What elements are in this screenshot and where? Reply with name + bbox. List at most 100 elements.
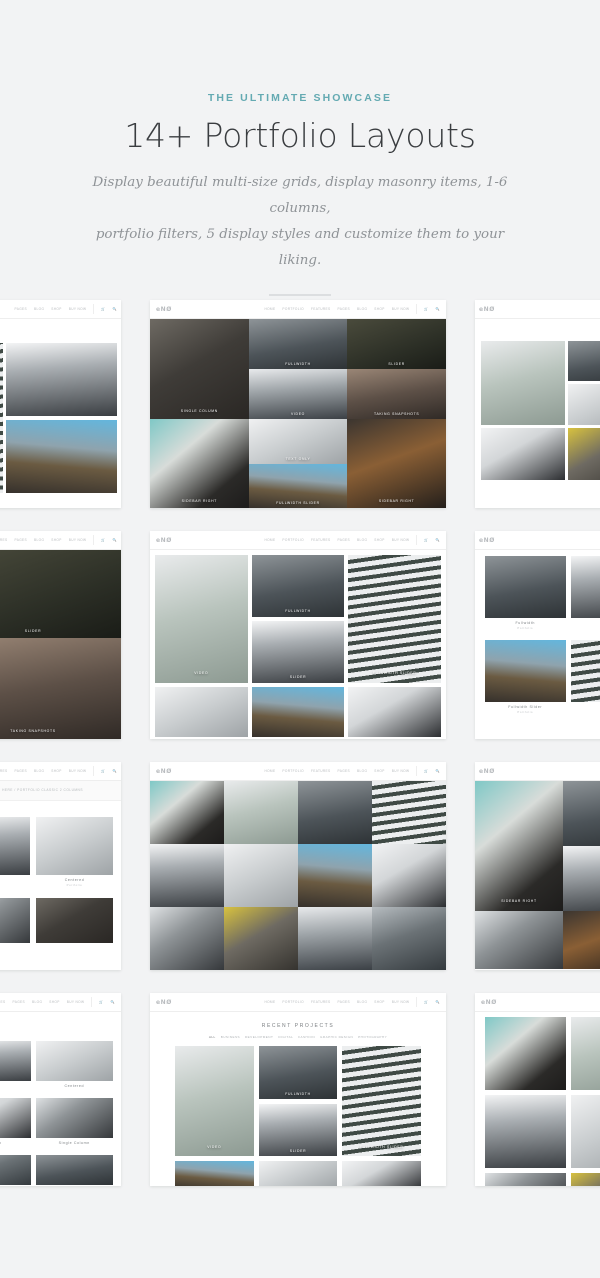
photo-tile[interactable] — [224, 844, 298, 907]
photo-tile[interactable] — [481, 341, 565, 425]
photo-tile[interactable] — [567, 341, 600, 381]
layout-card-r2-left[interactable]: FEATURES PAGES BLOG SHOP BUY NOW 🛒 🔍 SLI… — [0, 531, 121, 739]
search-icon[interactable]: 🔍 — [113, 769, 117, 773]
nav-item-buy-now[interactable]: BUY NOW — [392, 769, 410, 773]
portfolio-item[interactable]: Centered — [35, 1041, 113, 1093]
filter-all[interactable]: ALL — [209, 1035, 216, 1039]
photo-tile-text-only[interactable]: TEXT ONLY — [248, 419, 348, 464]
photo-tile[interactable] — [567, 428, 600, 480]
photo-tile-fullwidth[interactable]: FULLWIDTH — [258, 1046, 338, 1099]
photo-tile[interactable] — [251, 687, 345, 737]
nav-item-portfolio[interactable]: PORTFOLIO — [282, 1000, 304, 1004]
nav-item-buy-now[interactable]: BUY NOW — [392, 538, 410, 542]
photo-tile[interactable] — [298, 844, 372, 907]
site-logo[interactable]: eNØ — [156, 999, 172, 1006]
photo-tile[interactable] — [563, 911, 600, 969]
layout-card-r4-center[interactable]: eNØ HOME PORTFOLIO FEATURES PAGES BLOG S… — [150, 993, 446, 1186]
photo-tile[interactable] — [150, 781, 224, 844]
site-logo[interactable]: eNØ — [481, 999, 497, 1006]
nav-item-blog[interactable]: BLOG — [357, 538, 367, 542]
photo-tile-slider[interactable]: SLIDER — [258, 1104, 338, 1156]
nav-item-home[interactable]: HOME — [264, 307, 275, 311]
photo-tile-slider[interactable]: SLIDER — [251, 621, 345, 683]
filter-business[interactable]: BUSINESS — [221, 1035, 240, 1039]
photo-tile-fullwidth[interactable]: FULLWIDTH — [251, 555, 345, 617]
nav-item-features[interactable]: FEATURES — [0, 1000, 6, 1004]
nav-item-features[interactable]: FEATURES — [311, 307, 331, 311]
photo-tile-video[interactable]: VIDEO — [248, 369, 348, 419]
nav-item-pages[interactable]: PAGES — [15, 307, 28, 311]
nav-item-shop[interactable]: SHOP — [51, 307, 61, 311]
nav-item-home[interactable]: HOME — [264, 1000, 275, 1004]
layout-card-r3-left[interactable]: FEATURES PAGES BLOG SHOP BUY NOW 🛒 🔍 YOU… — [0, 762, 121, 970]
site-logo[interactable]: eNØ — [479, 768, 495, 775]
photo-tile[interactable] — [567, 384, 600, 425]
nav-item-features[interactable]: FEATURES — [311, 769, 331, 773]
search-icon[interactable]: 🔍 — [436, 538, 440, 542]
nav-item-blog[interactable]: BLOG — [357, 1000, 367, 1004]
photo-tile[interactable] — [6, 343, 117, 416]
nav-item-blog[interactable]: BLOG — [357, 769, 367, 773]
nav-item-pages[interactable]: PAGES — [338, 769, 351, 773]
photo-tile-fullwidth-slider[interactable]: FULLWIDTH SLIDER — [248, 463, 348, 508]
portfolio-filters[interactable]: ALL BUSINESS DEVELOPMENT DIGITAL FASHION… — [150, 1029, 446, 1046]
nav-item-features[interactable]: FEATURES — [0, 538, 8, 542]
search-icon[interactable]: 🔍 — [113, 538, 117, 542]
photo-tile[interactable] — [372, 844, 446, 907]
photo-tile-snapshots[interactable]: TAKING SNAPSHOTS — [0, 638, 121, 739]
search-icon[interactable]: 🔍 — [111, 1000, 115, 1004]
nav-item-shop[interactable]: SHOP — [49, 1000, 59, 1004]
portfolio-item[interactable]: Single Column — [35, 1098, 113, 1150]
photo-tile-fullwidth[interactable]: FULLWIDTH — [248, 319, 348, 369]
photo-tile[interactable] — [224, 781, 298, 844]
nav-item-shop[interactable]: SHOP — [374, 538, 384, 542]
nav-menu[interactable]: HOME PORTFOLIO FEATURES PAGES BLOG SHOP … — [264, 304, 440, 314]
photo-tile[interactable] — [348, 687, 441, 737]
photo-tile-slider[interactable]: SLIDER — [347, 319, 446, 369]
photo-tile[interactable] — [298, 781, 372, 844]
photo-tile[interactable] — [35, 1098, 113, 1138]
filter-fashion[interactable]: FASHION — [298, 1035, 315, 1039]
nav-item-shop[interactable]: SHOP — [374, 307, 384, 311]
photo-tile[interactable] — [6, 420, 117, 493]
photo-tile-slider[interactable]: SLIDER — [0, 550, 121, 638]
photo-tile[interactable] — [258, 1161, 338, 1186]
photo-tile-single-column[interactable]: SINGLE COLUMN — [150, 319, 249, 419]
portfolio-item[interactable]: Fullwidth Portfolio — [485, 556, 566, 635]
nav-item-blog[interactable]: BLOG — [34, 538, 44, 542]
nav-item-shop[interactable]: SHOP — [374, 769, 384, 773]
nav-item-buy-now[interactable]: BUY NOW — [67, 1000, 85, 1004]
photo-tile[interactable] — [485, 1095, 566, 1168]
nav-menu[interactable]: FEATURES PAGES BLOG SHOP BUY NOW 🛒 🔍 — [0, 766, 117, 776]
photo-tile[interactable] — [0, 898, 30, 943]
photo-tile-video[interactable]: VIDEO — [155, 555, 248, 683]
layout-card-r1-left[interactable]: PAGES BLOG SHOP BUY NOW 🛒 🔍 — [0, 300, 121, 508]
nav-item-features[interactable]: FEATURES — [311, 538, 331, 542]
site-logo[interactable]: eNØ — [156, 768, 172, 775]
nav-item-blog[interactable]: BLOG — [34, 307, 44, 311]
nav-item-features[interactable]: FEATURES — [0, 769, 8, 773]
photo-tile[interactable] — [224, 907, 298, 970]
photo-tile[interactable] — [570, 1173, 600, 1186]
layout-card-r3-center[interactable]: eNØ HOME PORTFOLIO FEATURES PAGES BLOG S… — [150, 762, 446, 970]
filter-development[interactable]: DEVELOPMENT — [245, 1035, 273, 1039]
cart-icon[interactable]: 🛒 — [424, 307, 428, 311]
site-logo[interactable]: eNØ — [479, 306, 495, 313]
photo-tile[interactable] — [485, 1017, 566, 1090]
filter-graphic-design[interactable]: GRAPHIC DESIGN — [320, 1035, 353, 1039]
photo-tile[interactable] — [0, 1041, 31, 1081]
nav-item-shop[interactable]: SHOP — [51, 538, 61, 542]
photo-tile[interactable] — [0, 1098, 31, 1138]
nav-item-home[interactable]: HOME — [264, 769, 275, 773]
cart-icon[interactable]: 🛒 — [101, 307, 105, 311]
photo-tile[interactable] — [175, 1161, 254, 1186]
photo-tile[interactable] — [36, 898, 113, 943]
photo-tile[interactable] — [481, 428, 565, 480]
filter-digital[interactable]: DIGITAL — [278, 1035, 293, 1039]
nav-menu[interactable]: PAGES BLOG SHOP BUY NOW 🛒 🔍 — [15, 304, 117, 314]
photo-tile-sidebar-right-2[interactable]: SIDEBAR RIGHT — [347, 419, 446, 508]
nav-item-shop[interactable]: SHOP — [51, 769, 61, 773]
nav-item-buy-now[interactable]: BUY NOW — [69, 769, 87, 773]
cart-icon[interactable]: 🛒 — [424, 538, 428, 542]
cart-icon[interactable]: 🛒 — [99, 1000, 103, 1004]
